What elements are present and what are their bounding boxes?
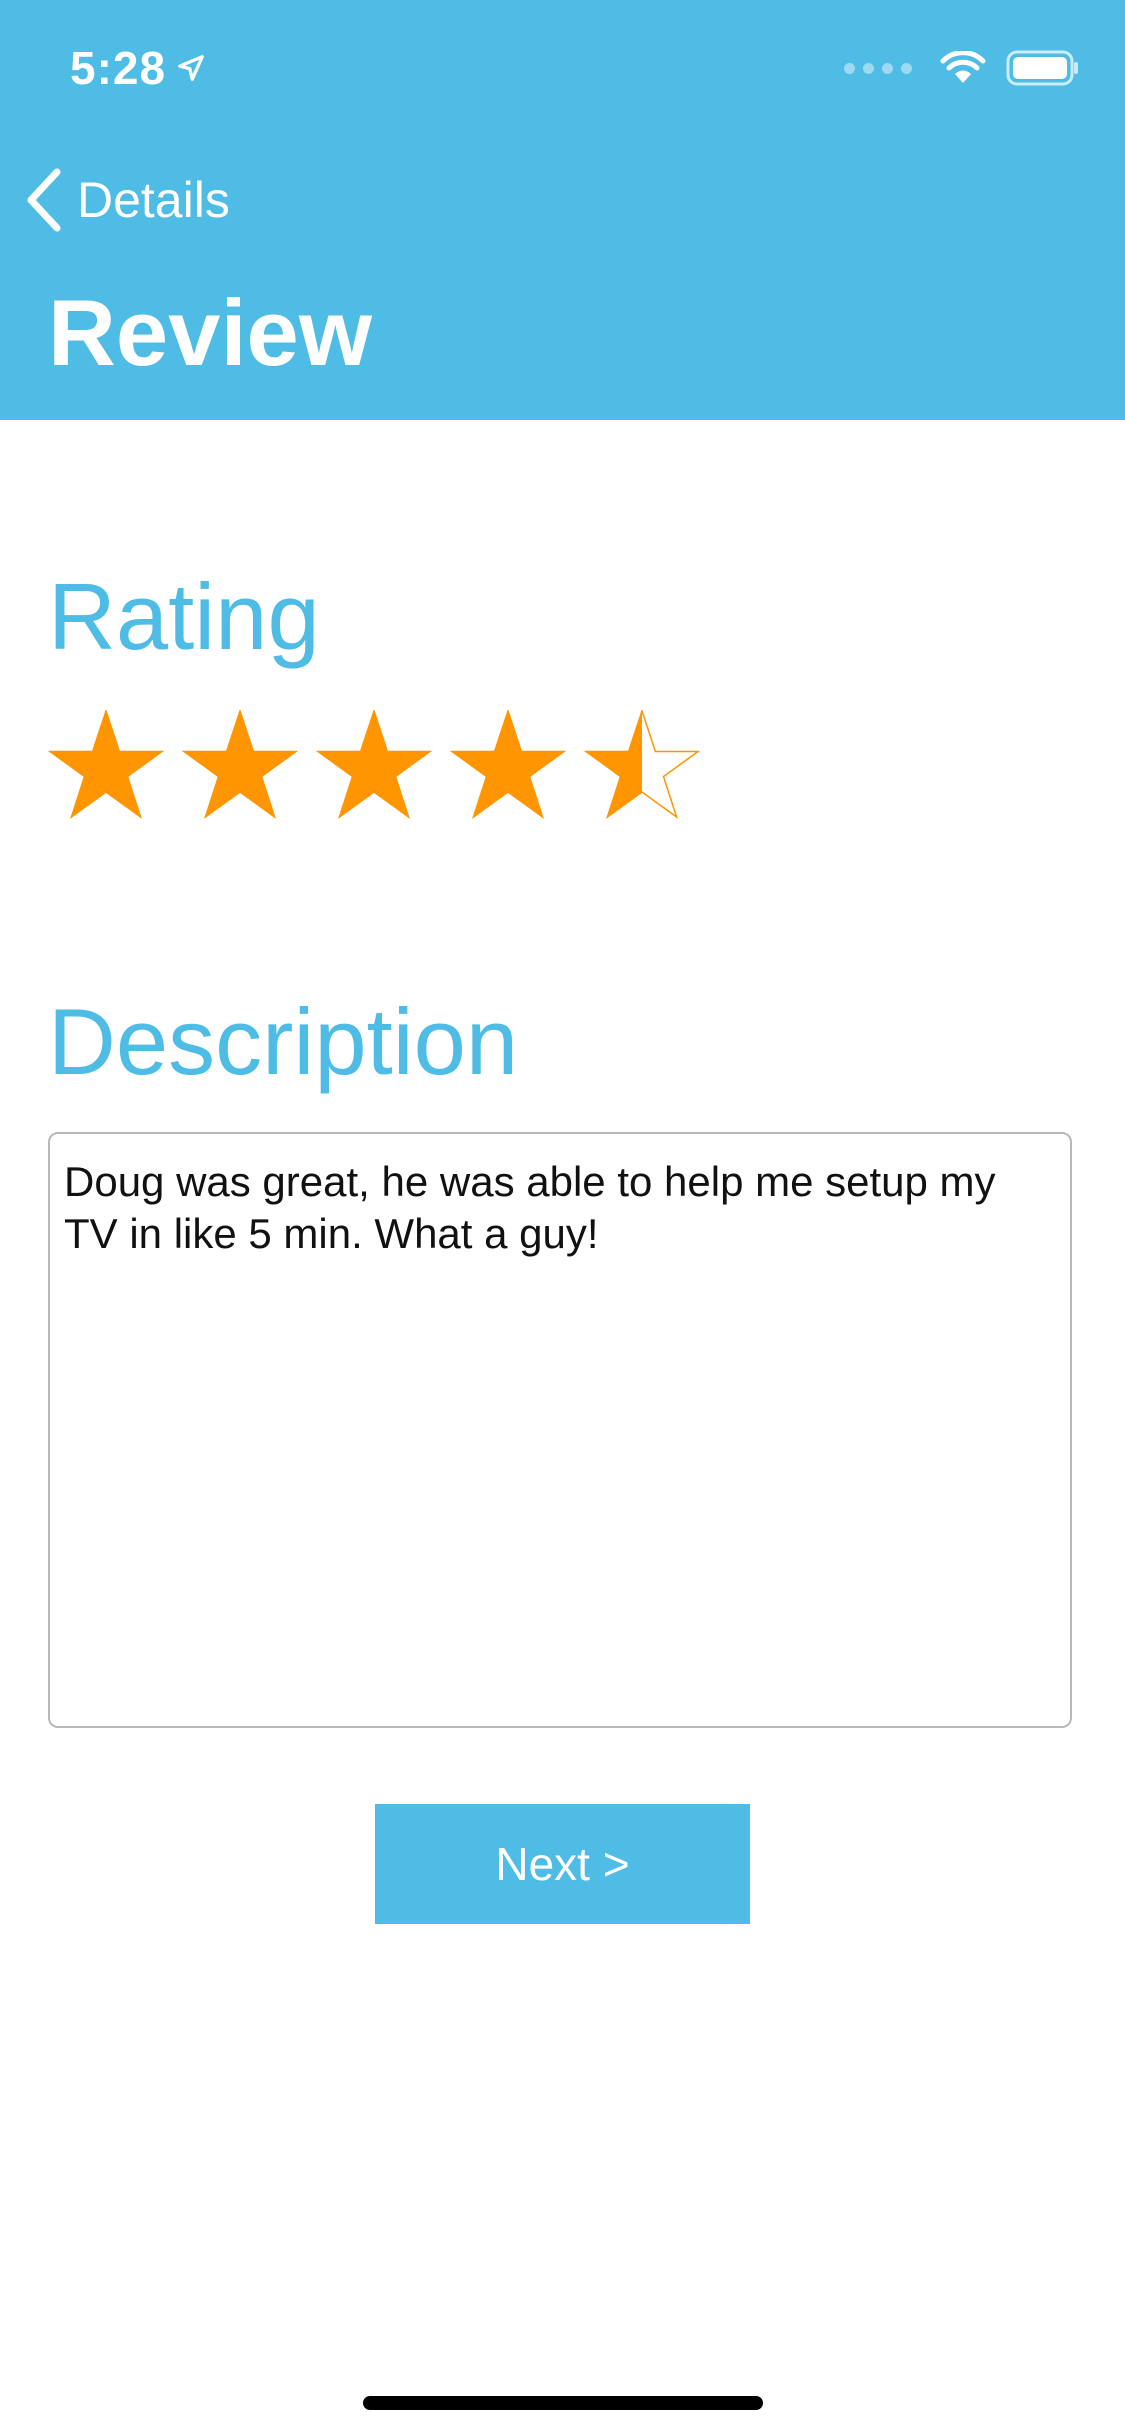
star-full-icon[interactable]: [182, 710, 298, 820]
location-arrow-icon: [178, 55, 204, 81]
next-button[interactable]: Next >: [375, 1804, 750, 1924]
star-rating[interactable]: [48, 710, 700, 820]
time-label: 5:28: [70, 42, 167, 94]
cellular-signal-icon: [844, 62, 912, 74]
navigation-header: 5:28 Details Review: [0, 0, 1125, 420]
star-full-icon[interactable]: [316, 710, 432, 820]
description-textarea[interactable]: Doug was great, he was able to help me s…: [48, 1132, 1072, 1728]
chevron-left-icon: [27, 168, 61, 232]
star-full-icon[interactable]: [48, 710, 164, 820]
home-indicator: [363, 2396, 763, 2410]
status-bar-indicators: [844, 50, 1080, 86]
status-bar-time: 5:28: [70, 40, 206, 96]
page-title: Review: [48, 280, 372, 385]
description-title: Description: [48, 989, 519, 1094]
star-half-icon[interactable]: [584, 710, 700, 820]
battery-icon: [1006, 50, 1078, 86]
rating-title: Rating: [48, 564, 320, 669]
back-button-label: Details: [77, 172, 230, 228]
wifi-icon: [940, 51, 986, 83]
back-button[interactable]: Details: [25, 165, 230, 235]
review-screen: 5:28 Details Review Rating Description D…: [0, 0, 1125, 2436]
star-full-icon[interactable]: [450, 710, 566, 820]
